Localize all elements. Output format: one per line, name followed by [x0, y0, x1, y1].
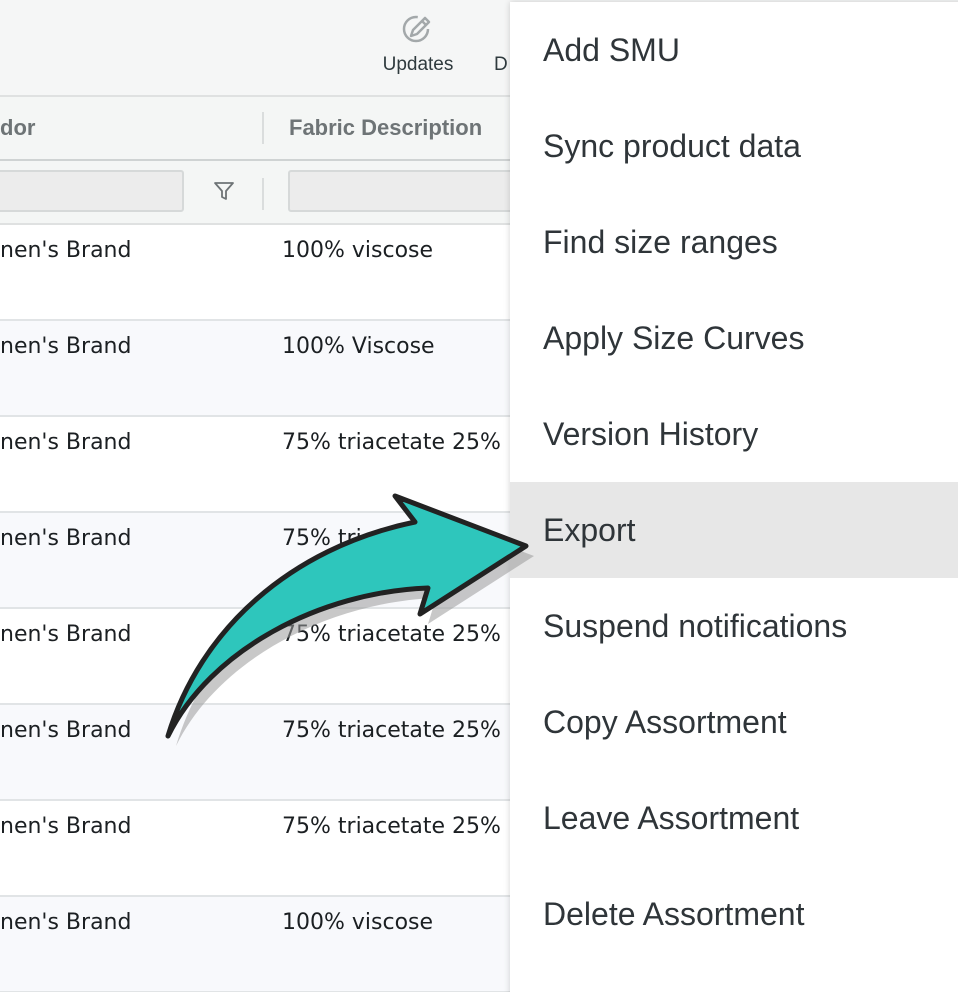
- vendor-cell: nen's Brand: [0, 430, 132, 455]
- menu-item-add-smu[interactable]: Add SMU: [510, 2, 958, 98]
- fabric-cell: 75% triacetate 25%: [282, 718, 501, 743]
- pencil-circle-icon: [402, 15, 431, 43]
- filter-icon[interactable]: [212, 179, 236, 203]
- fabric-cell: 75% triacetate 25%: [282, 622, 501, 647]
- menu-item-leave-assortment[interactable]: Leave Assortment: [510, 770, 958, 866]
- vendor-cell: nen's Brand: [0, 718, 132, 743]
- menu-item-version-history[interactable]: Version History: [510, 386, 958, 482]
- column-header-fabric-description[interactable]: Fabric Description: [289, 115, 482, 141]
- vendor-cell: nen's Brand: [0, 526, 132, 551]
- column-header-vendor[interactable]: dor: [0, 115, 35, 141]
- updates-button[interactable]: Updates: [378, 12, 458, 76]
- updates-label: Updates: [382, 54, 454, 75]
- fabric-cell: 100% viscose: [282, 238, 434, 263]
- fabric-cell: 75% triacetate 25%: [282, 430, 501, 455]
- column-separator[interactable]: [262, 112, 264, 144]
- menu-item-find-size-ranges[interactable]: Find size ranges: [510, 194, 958, 290]
- vendor-cell: nen's Brand: [0, 910, 132, 935]
- menu-item-copy-assortment[interactable]: Copy Assortment: [510, 674, 958, 770]
- menu-item-apply-size-curves[interactable]: Apply Size Curves: [510, 290, 958, 386]
- vendor-filter-input[interactable]: [0, 170, 184, 212]
- filter-separator: [262, 178, 264, 210]
- actions-menu: Add SMU Sync product data Find size rang…: [510, 2, 958, 992]
- fabric-cell: 75% tri: [282, 526, 362, 551]
- menu-item-sync-product-data[interactable]: Sync product data: [510, 98, 958, 194]
- vendor-cell: nen's Brand: [0, 334, 132, 359]
- vendor-cell: nen's Brand: [0, 622, 132, 647]
- fabric-filter-input[interactable]: [288, 170, 528, 212]
- vendor-cell: nen's Brand: [0, 814, 132, 839]
- menu-item-delete-assortment[interactable]: Delete Assortment: [510, 866, 958, 962]
- fabric-cell: 75% triacetate 25%: [282, 814, 501, 839]
- assortment-page: Updates D dor Fabric Description nen's B…: [0, 0, 958, 992]
- menu-item-suspend-notifications[interactable]: Suspend notifications: [510, 578, 958, 674]
- vendor-cell: nen's Brand: [0, 238, 132, 263]
- fabric-cell: 100% Viscose: [282, 334, 435, 359]
- menu-item-export[interactable]: Export: [510, 482, 958, 578]
- fabric-cell: 100% viscose: [282, 910, 434, 935]
